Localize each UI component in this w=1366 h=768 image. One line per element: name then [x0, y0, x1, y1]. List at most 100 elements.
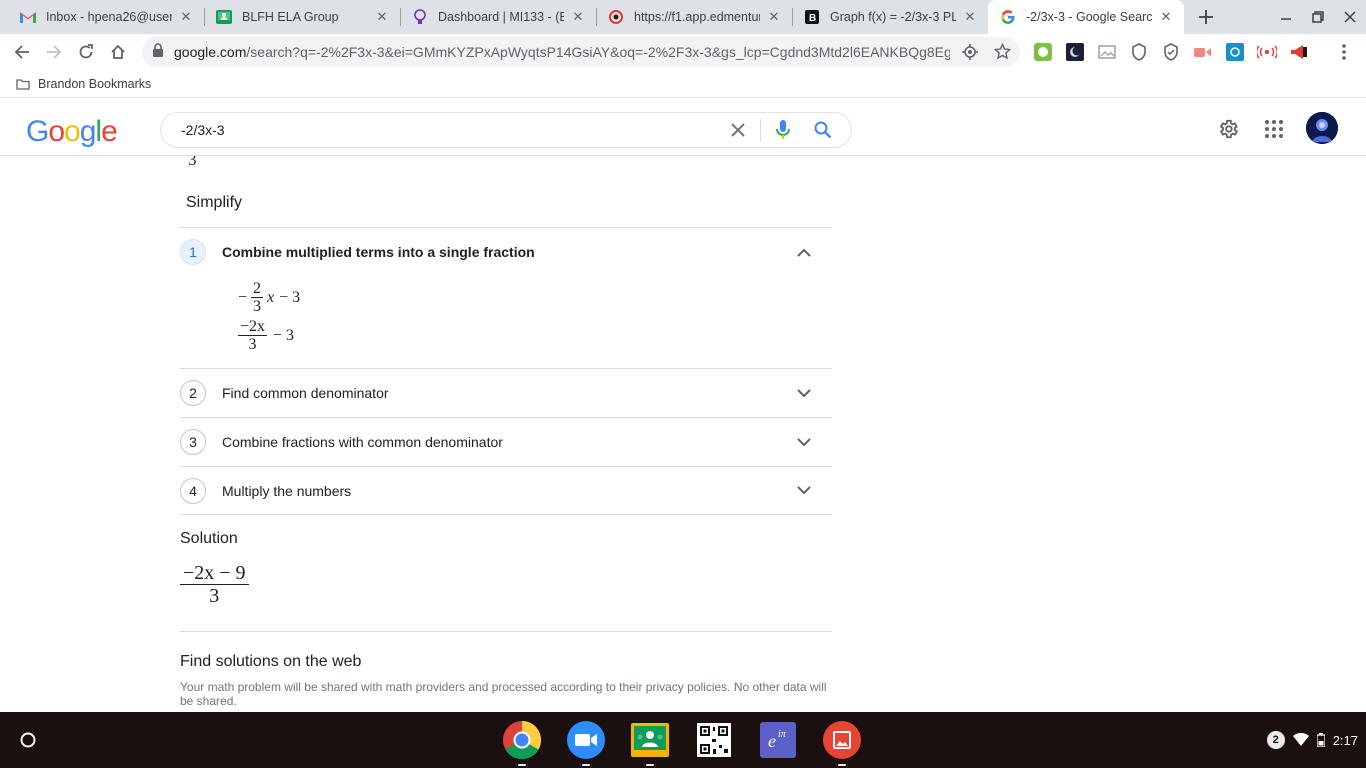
tab-title: BLFH ELA Group [242, 10, 339, 24]
logo-letter: G [26, 115, 49, 148]
google-header: Google -2/3x-3 [0, 102, 1366, 156]
tab-gmail[interactable]: Inbox - hpena26@users.s ✕ [8, 0, 204, 34]
browser-toolbar: google.com/search?q=-2%2F3x-3&ei=GMmKYZP… [0, 34, 1366, 70]
extension-image-icon[interactable] [1097, 42, 1117, 62]
zoom-app[interactable] [566, 720, 606, 766]
term: − 3 [279, 289, 301, 306]
restore-icon [1312, 11, 1324, 23]
google-logo[interactable]: Google [26, 115, 118, 149]
star-icon[interactable] [993, 42, 1012, 65]
launcher-button[interactable] [12, 724, 44, 756]
running-indicator [518, 764, 526, 766]
fraction: 2 3 [251, 279, 264, 317]
wifi-icon [1292, 733, 1309, 746]
tab-dashboard[interactable]: Dashboard | MI133 - (EO ✕ [400, 0, 596, 34]
menu-kebab-icon[interactable] [1334, 42, 1354, 62]
minimize-button[interactable] [1274, 6, 1298, 28]
extension-blue-icon[interactable] [1225, 42, 1245, 62]
tab-title: Inbox - hpena26@users.s [46, 10, 172, 24]
search-icon[interactable] [811, 118, 835, 142]
tab-title: https://f1.app.edmentum [634, 10, 760, 24]
address-bar[interactable]: google.com/search?q=-2%2F3x-3&ei=GMmKYZP… [142, 37, 1020, 67]
close-icon[interactable]: ✕ [570, 9, 586, 25]
notification-badge: 2 [1266, 731, 1285, 749]
simplify-heading: Simplify [186, 194, 243, 211]
gallery-app[interactable] [822, 720, 862, 766]
folder-icon [16, 78, 30, 90]
search-input[interactable]: -2/3x-3 [181, 122, 726, 138]
extension-shield-check-icon[interactable] [1161, 42, 1181, 62]
denominator: 3 [253, 298, 262, 316]
close-icon[interactable]: ✕ [962, 9, 978, 25]
step-3[interactable]: 3 Combine fractions with common denomina… [180, 417, 832, 466]
battery-icon [1316, 733, 1325, 747]
home-button[interactable] [104, 38, 132, 66]
qr-app[interactable] [694, 720, 734, 760]
step-2[interactable]: 2 Find common denominator [180, 368, 832, 417]
chevron-down-icon[interactable] [792, 479, 816, 503]
status-tray[interactable]: 2 2:17 [1238, 726, 1358, 754]
extension-megaphone-icon[interactable] [1289, 42, 1309, 62]
reload-button[interactable] [72, 38, 100, 66]
tab-title: Dashboard | MI133 - (EO [438, 10, 564, 24]
url-text[interactable]: google.com/search?q=-2%2F3x-3&ei=GMmKYZP… [174, 44, 950, 60]
step-number: 3 [180, 429, 206, 455]
close-icon[interactable]: ✕ [178, 9, 194, 25]
brainly-icon: B [804, 9, 820, 25]
close-icon[interactable]: ✕ [374, 9, 390, 25]
search-box[interactable]: -2/3x-3 [160, 112, 852, 148]
step-number: 1 [180, 239, 206, 265]
bookmarks-bar: Brandon Bookmarks [0, 70, 1366, 98]
bookmark-folder[interactable]: Brandon Bookmarks [16, 77, 151, 91]
logo-letter: e [101, 115, 118, 148]
numerator: −2x − 9 [180, 562, 249, 585]
settings-gear-icon[interactable] [1216, 117, 1240, 141]
launcher-circle-icon [20, 732, 36, 748]
classroom-icon [631, 723, 669, 757]
step-label: Find common denominator [222, 385, 389, 401]
location-icon[interactable] [962, 44, 978, 65]
avatar[interactable] [1306, 112, 1338, 144]
close-window-button[interactable] [1338, 6, 1362, 28]
apps-grid-icon[interactable] [1262, 117, 1286, 141]
restore-button[interactable] [1306, 6, 1330, 28]
extension-shield-icon[interactable] [1129, 42, 1149, 62]
tab-strip: Inbox - hpena26@users.s ✕ BLFH ELA Group… [0, 0, 1366, 34]
classroom-app[interactable] [630, 720, 670, 766]
lock-icon[interactable] [152, 42, 164, 62]
close-icon[interactable]: ✕ [1158, 9, 1174, 25]
url-host: google.com [174, 44, 247, 60]
tab-edmentum[interactable]: https://f1.app.edmentum ✕ [596, 0, 792, 34]
denominator: 3 [209, 585, 220, 607]
arrow-left-icon [14, 45, 29, 59]
tab-classroom[interactable]: BLFH ELA Group ✕ [204, 0, 400, 34]
chevron-down-icon[interactable] [792, 430, 816, 454]
tab-brainly[interactable]: B Graph f(x) = -2/3x-3 PLS ✕ [792, 0, 988, 34]
new-tab-button[interactable] [1194, 5, 1218, 29]
step-1[interactable]: 1 Combine multiplied terms into a single… [180, 227, 832, 276]
step-4[interactable]: 4 Multiply the numbers [180, 466, 832, 515]
back-button[interactable] [8, 38, 36, 66]
solution-fraction: −2x − 9 3 [180, 562, 249, 608]
arrow-right-icon [47, 45, 62, 59]
image-icon [823, 721, 861, 759]
clear-icon[interactable] [726, 118, 750, 142]
chevron-up-icon[interactable] [792, 240, 816, 264]
microphone-icon[interactable] [771, 118, 795, 142]
math-app[interactable]: e iπ [758, 720, 798, 760]
privacy-note: Your math problem will be shared with ma… [180, 680, 827, 708]
home-icon [111, 44, 125, 59]
extension-face-icon[interactable] [1033, 42, 1053, 62]
extension-broadcast-icon[interactable] [1257, 42, 1277, 62]
tab-google-search[interactable]: -2/3x-3 - Google Search ✕ [988, 0, 1184, 34]
chrome-app[interactable] [502, 720, 542, 766]
os-shelf: e iπ 2 2:17 [0, 712, 1366, 768]
extension-moon-icon[interactable] [1065, 42, 1085, 62]
solution-math: −2x − 9 3 [180, 562, 249, 608]
chevron-down-icon[interactable] [792, 381, 816, 405]
step-label: Combine multiplied terms into a single f… [222, 244, 535, 260]
extension-screencast-icon[interactable] [1193, 42, 1213, 62]
close-icon[interactable]: ✕ [766, 9, 782, 25]
numerator: 2 [251, 279, 264, 299]
forward-button[interactable] [40, 38, 68, 66]
